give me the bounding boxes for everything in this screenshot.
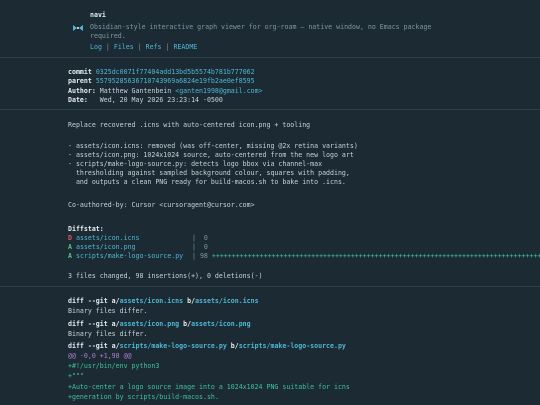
diff-added-line: +""" (68, 372, 84, 380)
diff-header: diff --git a/scripts/make-logo-source.py… (68, 342, 346, 350)
diffstat-count: | 98 +++++++++++++++++++++++++++++++++++… (192, 252, 540, 260)
author-label: Author: (68, 87, 96, 95)
author-name: Matthew Gantenbein (99, 87, 172, 95)
commit-subject: Replace recovered .icns with auto-center… (68, 121, 311, 129)
date-label: Date: (68, 96, 88, 104)
commit-body-line: - scripts/make-logo-source.py: detects l… (68, 160, 323, 168)
diff-file-a-link[interactable]: assets/icon.png (120, 320, 180, 328)
repo-nav: Log | Files | Refs | README (90, 43, 198, 51)
parent-label: parent (68, 77, 92, 85)
commit-divider (0, 109, 540, 110)
diffstat-file-link[interactable]: assets/icon.icns (76, 234, 140, 242)
nav-files-link[interactable]: Files (114, 43, 134, 51)
diff-hunk-header: @@ -0,0 +1,98 @@ (68, 352, 132, 360)
diffstat-summary: 3 files changed, 98 insertions(+), 0 del… (68, 272, 263, 280)
commit-body-line: - assets/icon.png: 1024x1024 source, aut… (68, 151, 354, 159)
diff-added-line: +generation by scripts/build-macos.sh. (68, 393, 219, 401)
repo-name: navi (90, 11, 106, 19)
diffstat-plus-bar: ++++++++++++++++++++++++++++++++++++++++… (211, 252, 540, 260)
diffstat-count: | 0 (192, 243, 208, 251)
status-added: A (68, 252, 72, 260)
diff-file-b-link[interactable]: scripts/make-logo-source.py (239, 342, 346, 350)
commit-body-line: - assets/icon.icns: removed (was off-cen… (68, 142, 358, 150)
commit-coauthor: Co-authored-by: Cursor <cursoragent@curs… (68, 201, 255, 209)
diff-note: Binary files differ. (68, 307, 148, 315)
parent-hash-link[interactable]: 55795285636710743969a6824e19fb2ae0ef8595 (96, 77, 255, 85)
diffstat-row: D assets/icon.icns (68, 234, 140, 242)
diffstat-row: A scripts/make-logo-source.py (68, 252, 183, 260)
nav-readme-link[interactable]: README (173, 43, 197, 51)
diff-file-a-link[interactable]: assets/icon.icns (120, 297, 184, 305)
diff-divider (0, 286, 540, 287)
diff-file-b-link[interactable]: assets/icon.icns (195, 297, 259, 305)
diff-added-line: +Auto-center a logo source image into a … (68, 383, 350, 391)
author-email-link[interactable]: <ganten1998@gmail.com> (175, 87, 262, 95)
repo-description: Obsidian-style interactive graph viewer … (90, 23, 432, 31)
commit-label: commit (68, 68, 92, 76)
diffstat-title: Diffstat: (68, 225, 104, 233)
date-line: Date: Wed, 20 May 2026 23:23:14 -0500 (68, 96, 223, 104)
status-added: A (68, 243, 72, 251)
header-divider (0, 57, 540, 58)
commit-line: commit 0325dc0071f77404add13bd5b5574b781… (68, 68, 255, 76)
diff-added-line: +#!/usr/bin/env python3 (68, 362, 160, 370)
diff-file-a-link[interactable]: scripts/make-logo-source.py (120, 342, 227, 350)
parent-line: parent 55795285636710743969a6824e19fb2ae… (68, 77, 255, 85)
repo-description-cont: required. (90, 32, 126, 40)
date-value: Wed, 20 May 2026 23:23:14 -0500 (99, 96, 223, 104)
nav-refs-link[interactable]: Refs (146, 43, 162, 51)
diffstat-row: A assets/icon.png (68, 243, 136, 251)
author-line: Author: Matthew Gantenbein <ganten1998@g… (68, 87, 263, 95)
diff-header: diff --git a/assets/icon.png b/assets/ic… (68, 320, 251, 328)
status-deleted: D (68, 234, 72, 242)
diff-file-b-link[interactable]: assets/icon.png (191, 320, 251, 328)
diff-header: diff --git a/assets/icon.icns b/assets/i… (68, 297, 259, 305)
commit-body-line: thresholding against sampled background … (68, 169, 350, 177)
diffstat-file-link[interactable]: scripts/make-logo-source.py (76, 252, 183, 260)
diff-note: Binary files differ. (68, 330, 148, 338)
diffstat-count: | 0 (192, 234, 208, 242)
navi-logo-icon (73, 25, 83, 31)
diffstat-file-link[interactable]: assets/icon.png (76, 243, 136, 251)
commit-hash-link[interactable]: 0325dc0071f77404add13bd5b5574b781b777062 (96, 68, 255, 76)
commit-body-line: and outputs a clean PNG ready for build-… (68, 178, 346, 186)
nav-log-link[interactable]: Log (90, 43, 102, 51)
